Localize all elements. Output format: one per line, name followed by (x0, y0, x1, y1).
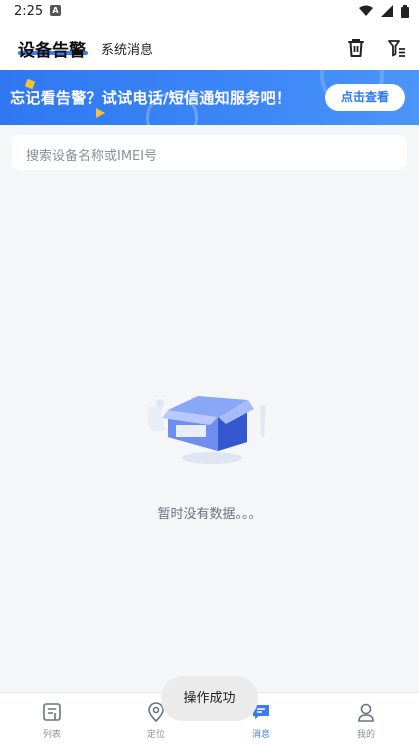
trash-icon[interactable] (345, 37, 367, 59)
filter-icon[interactable] (386, 37, 408, 59)
user-icon (358, 703, 374, 722)
empty-state-text: 暂时没有数据。。。 (157, 507, 262, 522)
list-icon (43, 703, 61, 721)
wifi-icon (358, 5, 373, 16)
banner-view-button[interactable]: 点击查看 (325, 84, 405, 111)
nav-label: 我的 (356, 730, 375, 740)
nav-label: 列表 (42, 730, 61, 740)
notification-promo-banner[interactable]: 忘记看告警？试试电话/短信通知服务吧！ 点击查看 (0, 70, 419, 125)
banner-text: 忘记看告警？试试电话/短信通知服务吧！ (10, 89, 292, 107)
empty-box-illustration (147, 396, 266, 464)
banner-decoration (96, 108, 105, 118)
search-placeholder: 搜索设备名称或IMEI号 (26, 149, 158, 164)
status-time: 2:25 (14, 4, 44, 19)
status-indicators (356, 5, 409, 19)
toast-message: 操作成功 (161, 676, 258, 721)
nav-label: 消息 (251, 730, 270, 740)
nav-label: 定位 (146, 730, 165, 740)
notification-icon: A (50, 5, 61, 16)
signal-icon (380, 5, 393, 17)
tab-device-alarms[interactable]: 设备告警 (18, 36, 86, 61)
status-bar: 2:25 A (0, 0, 419, 24)
nav-item-list[interactable]: 列表 (22, 693, 82, 744)
top-header: 设备告警 系统消息 (0, 24, 419, 70)
tab-system-messages[interactable]: 系统消息 (101, 39, 153, 58)
battery-icon (401, 5, 409, 18)
search-input[interactable]: 搜索设备名称或IMEI号 (12, 135, 407, 170)
nav-item-profile[interactable]: 我的 (336, 693, 396, 744)
